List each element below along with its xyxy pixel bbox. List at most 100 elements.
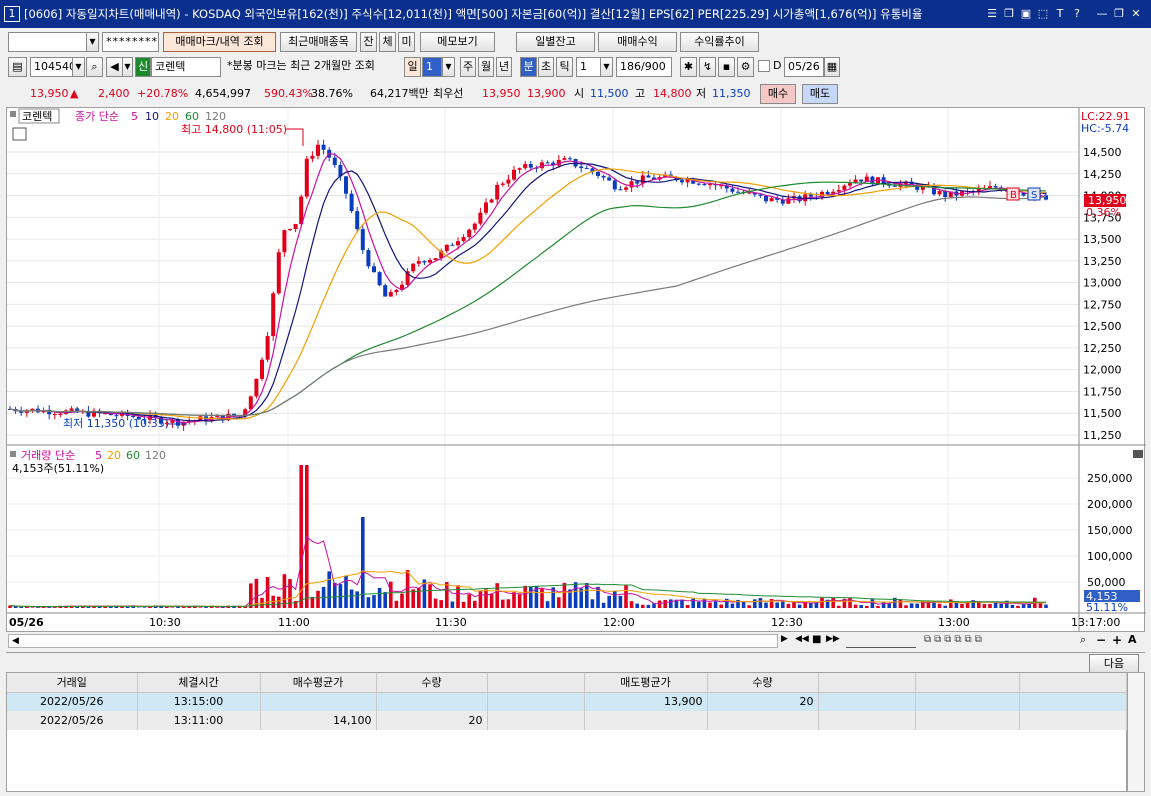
restore-icon[interactable]: ❐ xyxy=(1112,7,1126,21)
table-row[interactable]: 2022/05/26 13:15:00 13,900 20 xyxy=(7,692,1127,711)
volume-legend-toggle-icon[interactable] xyxy=(10,451,16,457)
bar-count-field[interactable]: 186/900 xyxy=(616,57,672,77)
date-checkbox[interactable] xyxy=(758,60,770,72)
auto-scale-icon[interactable]: A xyxy=(1128,633,1142,647)
period-dropdown-icon[interactable]: ▼ xyxy=(442,57,455,77)
chart-tools-icons[interactable]: ⧉⧉⧉⧉⧉⧉ xyxy=(924,634,1054,648)
volume-bar xyxy=(456,585,460,608)
vertical-scrollbar[interactable] xyxy=(1127,672,1145,792)
draw-tool-icon[interactable]: ↯ xyxy=(699,57,716,77)
volume-bar xyxy=(747,605,751,608)
help-icon[interactable]: ? xyxy=(1070,7,1084,21)
col-buy-qty[interactable]: 수량 xyxy=(376,673,488,693)
volume-tick-label: 250,000 xyxy=(1087,472,1133,485)
speaker-dropdown-icon[interactable]: ▼ xyxy=(122,57,133,77)
volume-panel-icon[interactable] xyxy=(1133,450,1143,458)
candle-body xyxy=(433,258,438,260)
trade-profit-button[interactable]: 매매수익 xyxy=(598,32,677,52)
volume-bar xyxy=(400,593,404,608)
list-icon[interactable]: ☰ xyxy=(985,7,999,21)
volume-bar xyxy=(13,606,18,608)
volume-bar xyxy=(529,586,533,608)
period-week[interactable]: 주 xyxy=(460,57,476,77)
legend-toggle-icon[interactable] xyxy=(10,111,16,117)
candle-body xyxy=(478,212,483,224)
layout-icon[interactable]: ▣ xyxy=(1019,7,1033,21)
col-trade-date[interactable]: 거래일 xyxy=(7,673,138,693)
recent-trade-items-button[interactable]: 최근매매종목 xyxy=(280,32,357,52)
candle-body xyxy=(825,191,830,195)
volume-bar xyxy=(915,603,919,608)
memo-view-button[interactable]: 메모보기 xyxy=(420,32,495,52)
date-input[interactable]: 05/26 xyxy=(784,57,824,77)
text-icon[interactable]: T xyxy=(1053,7,1067,21)
interval-input[interactable]: 1 xyxy=(576,57,601,77)
minimize-icon[interactable]: — xyxy=(1095,7,1109,21)
password-field[interactable]: ******** xyxy=(102,32,159,52)
table-row[interactable]: 2022/05/26 13:11:00 14,100 20 xyxy=(7,711,1127,730)
crosshair-icon[interactable]: ✱ xyxy=(680,57,697,77)
volume-bar xyxy=(613,590,617,608)
col-sell-avg[interactable]: 매도평균가 xyxy=(584,673,708,693)
code-dropdown-icon[interactable]: ▼ xyxy=(72,57,85,77)
zoom-in-icon[interactable]: + xyxy=(1112,633,1126,647)
volume-now: 4,153주(51.11%) xyxy=(12,462,104,475)
candle-body xyxy=(573,158,578,167)
rewind-icon[interactable]: ◀◀ xyxy=(795,634,809,648)
candle-body xyxy=(943,191,948,197)
scroll-next-icon[interactable]: ▶ xyxy=(781,634,793,648)
col-buy-avg[interactable]: 매수평균가 xyxy=(260,673,377,693)
change-rate: +20.78% xyxy=(137,87,189,100)
col-exec-time[interactable]: 체결시간 xyxy=(137,673,261,693)
high-price: 14,800 xyxy=(653,87,692,100)
account-select[interactable] xyxy=(8,32,98,52)
table-view-icon[interactable] xyxy=(12,127,27,141)
period-year[interactable]: 년 xyxy=(496,57,512,77)
volume-bar xyxy=(848,597,852,608)
next-page-button[interactable]: 다음 xyxy=(1089,654,1139,673)
buy-button[interactable]: 매수 xyxy=(760,84,796,104)
save-icon[interactable]: ▪ xyxy=(718,57,735,77)
scroll-left-icon[interactable]: ◀ xyxy=(12,634,24,648)
ask-price: 13,950 xyxy=(482,87,521,100)
unfilled-button[interactable]: 미 xyxy=(398,32,415,52)
period-second[interactable]: 초 xyxy=(538,57,554,77)
interval-dropdown-icon[interactable]: ▼ xyxy=(600,57,613,77)
magnify-icon[interactable]: ⌕ xyxy=(1080,633,1094,647)
gear-icon[interactable]: ⚙ xyxy=(737,57,754,77)
speaker-icon[interactable]: ◀ xyxy=(106,57,123,77)
executed-button[interactable]: 체 xyxy=(379,32,396,52)
fast-forward-icon[interactable]: ▶▶ xyxy=(826,634,840,648)
daily-balance-button[interactable]: 일별잔고 xyxy=(516,32,595,52)
chart-panel[interactable]: 14,50014,25014,00013,75013,50013,25013,0… xyxy=(6,107,1146,633)
window-icon[interactable]: ❐ xyxy=(1002,7,1016,21)
volume-bar xyxy=(310,597,315,608)
search-icon[interactable]: ⌕ xyxy=(86,57,103,77)
period-value[interactable]: 1 xyxy=(422,57,442,77)
period-month[interactable]: 월 xyxy=(478,57,494,77)
col-sell-qty[interactable]: 수량 xyxy=(707,673,819,693)
horizontal-scrollbar[interactable] xyxy=(8,634,778,648)
close-icon[interactable]: ✕ xyxy=(1129,7,1143,21)
transparency-icon[interactable]: ⬚ xyxy=(1036,7,1050,21)
volume-bar xyxy=(859,605,863,608)
zoom-slider[interactable] xyxy=(846,634,916,648)
candlestick-chart[interactable]: 14,50014,25014,00013,75013,50013,25013,0… xyxy=(7,108,1146,633)
volume-label: 거래량 단순 xyxy=(21,449,75,462)
volume-bar xyxy=(949,599,953,608)
stock-name-field[interactable]: 코렌텍 xyxy=(151,57,221,77)
period-minute[interactable]: 분 xyxy=(520,57,537,77)
chart-settings-icon[interactable]: ▤ xyxy=(8,57,27,77)
balance-button[interactable]: 잔 xyxy=(360,32,377,52)
period-day[interactable]: 일 xyxy=(404,57,421,77)
calendar-icon[interactable]: ▦ xyxy=(824,57,840,77)
bid-price: 13,900 xyxy=(527,87,566,100)
stop-icon[interactable]: ■ xyxy=(812,634,824,648)
account-dropdown-icon[interactable]: ▼ xyxy=(86,32,99,52)
zoom-out-icon[interactable]: − xyxy=(1096,633,1110,647)
stock-code-input[interactable]: 104540 xyxy=(30,57,73,77)
sell-button[interactable]: 매도 xyxy=(802,84,838,104)
trade-mark-query-button[interactable]: 매매마크/내역 조회 xyxy=(163,32,276,52)
period-tick[interactable]: 틱 xyxy=(556,57,573,77)
return-trend-button[interactable]: 수익률추이 xyxy=(680,32,759,52)
